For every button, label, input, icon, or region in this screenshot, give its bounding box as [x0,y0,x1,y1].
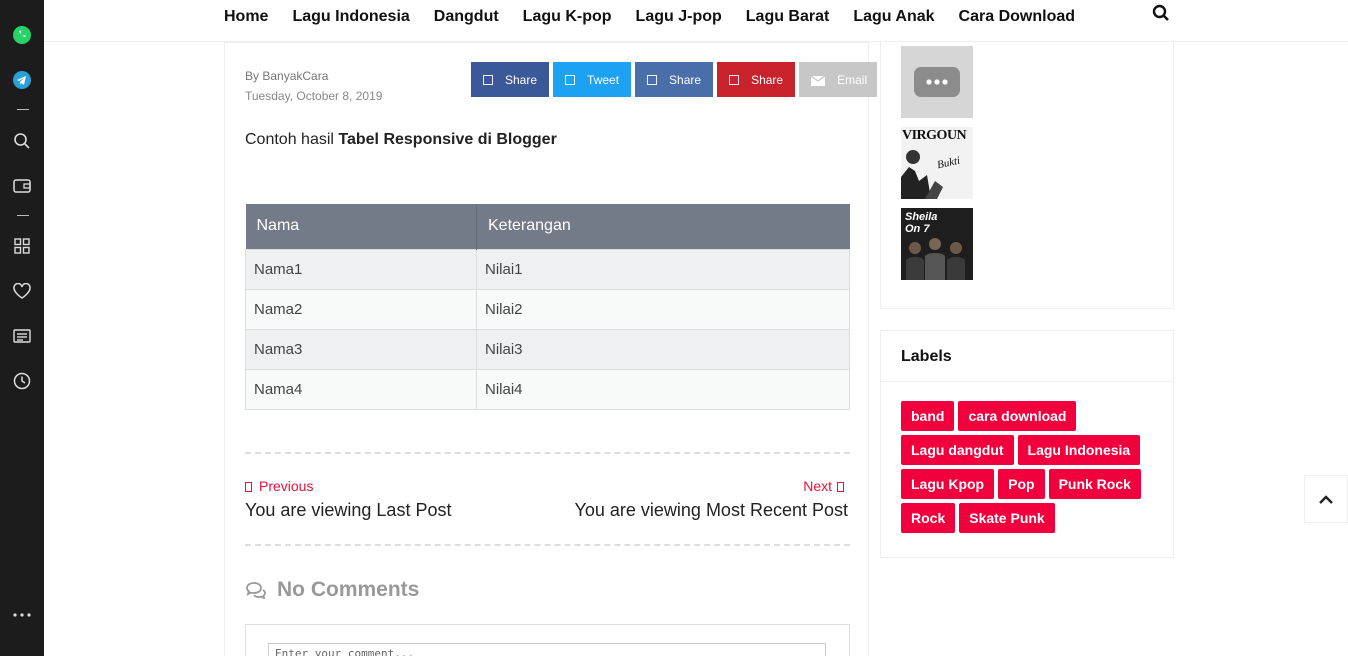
labels-widget: Labels band cara download Lagu dangdut L… [880,330,1174,558]
label-tag-lagu-dangdut[interactable]: Lagu dangdut [901,435,1014,465]
chevron-left-icon [245,482,252,492]
table-header-nama: Nama [245,204,477,249]
nav-item-cara-download[interactable]: Cara Download [959,8,1075,26]
label-tag-punk-rock[interactable]: Punk Rock [1048,469,1141,499]
grid-icon[interactable] [0,234,44,258]
facebook-icon [483,74,493,85]
comments-icon [246,582,266,599]
more-icon[interactable] [0,603,44,627]
nav-item-lagu-barat[interactable]: Lagu Barat [746,8,830,26]
top-navbar: Home Lagu Indonesia Dangdut Lagu K-pop L… [44,0,1348,42]
dashed-divider [245,544,850,546]
twitter-icon [565,74,576,85]
labels-title: Labels [901,348,952,365]
table-cell: Nama3 [245,328,477,370]
comment-form: Enter your comment... [245,624,850,656]
rail-divider [17,215,29,216]
responsive-table: Nama Keterangan Nama1 Nilai1 Nama2 Nilai… [245,204,850,410]
nav-item-home[interactable]: Home [224,8,268,26]
envelope-icon [810,75,826,86]
intro-bold-text: Tabel Responsive di Blogger [338,131,557,148]
table-cell: Nilai3 [476,328,850,370]
post-thumbnail[interactable]: Sheila On 7 [901,208,973,280]
chevron-up-icon [1319,494,1333,504]
table-row: Nama2 Nilai2 [245,288,850,330]
back-to-top-button[interactable] [1304,475,1348,523]
post-date: Tuesday, October 8, 2019 [245,89,383,103]
table-row: Nama4 Nilai4 [245,368,850,410]
share-facebook-button[interactable]: Share [471,62,550,97]
telegram-icon[interactable] [0,68,44,92]
main-menu: Home Lagu Indonesia Dangdut Lagu K-pop L… [224,0,1099,34]
heart-icon[interactable] [0,279,44,303]
nav-item-dangdut[interactable]: Dangdut [434,8,499,26]
rail-divider [17,109,29,110]
table-cell: Nilai4 [476,368,850,410]
post-thumbnail[interactable]: VIRGOUN Bukti [901,127,973,199]
nav-item-lagu-kpop[interactable]: Lagu K-pop [523,8,612,26]
table-cell: Nama1 [245,248,477,290]
divider [881,381,1173,382]
sidebar-posts-widget: VIRGOUN Bukti Sheila On 7 [880,42,1174,309]
whatsapp-icon[interactable] [0,23,44,47]
table-header-row: Nama Keterangan [245,204,850,249]
thumbnail-title: Sheila On 7 [905,211,938,235]
post-author[interactable]: By BanyakCara [245,69,328,83]
nav-item-lagu-anak[interactable]: Lagu Anak [853,8,934,26]
post-thumbnail[interactable] [901,46,973,118]
post-content: By BanyakCara Tuesday, October 8, 2019 S… [224,42,878,656]
next-post-title[interactable]: You are viewing Most Recent Post [575,500,848,521]
pinterest-icon [729,74,740,85]
left-rail [0,0,44,656]
share-pinterest-button[interactable]: Share [717,62,796,97]
chevron-right-icon [837,482,844,492]
linkedin-icon [647,74,658,85]
table-cell: Nama4 [245,368,477,410]
label-tag-band[interactable]: band [901,401,955,431]
nav-item-lagu-jpop[interactable]: Lagu J-pop [636,8,722,26]
table-cell: Nilai2 [476,288,850,330]
previous-post-title[interactable]: You are viewing Last Post [245,500,451,521]
wallet-icon[interactable] [0,174,44,198]
share-linkedin-button[interactable]: Share [635,62,714,97]
divider [225,42,870,43]
label-tag-rock[interactable]: Rock [901,503,956,533]
table-cell: Nama2 [245,288,477,330]
clock-icon[interactable] [0,369,44,393]
search-icon[interactable] [1152,4,1174,26]
news-icon[interactable] [0,324,44,348]
label-tag-list: band cara download Lagu dangdut Lagu Ind… [901,401,1161,537]
table-row: Nama3 Nilai3 [245,328,850,370]
previous-link[interactable]: Previous [245,478,313,494]
comment-input[interactable]: Enter your comment... [268,643,826,656]
comments-heading: No Comments [245,578,419,602]
share-buttons: Share Tweet Share Share Email [471,62,878,97]
table-row: Nama1 Nilai1 [245,248,850,290]
artist-photo [901,150,943,199]
share-twitter-button[interactable]: Tweet [553,62,632,97]
dashed-divider [245,452,850,454]
label-tag-lagu-indonesia[interactable]: Lagu Indonesia [1017,435,1141,465]
next-link[interactable]: Next [803,478,844,494]
label-tag-lagu-kpop[interactable]: Lagu Kpop [901,469,995,499]
table-cell: Nilai1 [476,248,850,290]
label-tag-pop[interactable]: Pop [998,469,1045,499]
table-header-keterangan: Keterangan [476,204,850,249]
nav-item-lagu-indonesia[interactable]: Lagu Indonesia [292,8,409,26]
share-email-button[interactable]: Email [799,62,878,97]
label-tag-skate-punk[interactable]: Skate Punk [959,503,1055,533]
ellipsis-icon [914,67,960,97]
search-icon[interactable] [0,129,44,153]
label-tag-cara-download[interactable]: cara download [958,401,1077,431]
post-intro: Contoh hasil Tabel Responsive di Blogger [245,131,557,148]
